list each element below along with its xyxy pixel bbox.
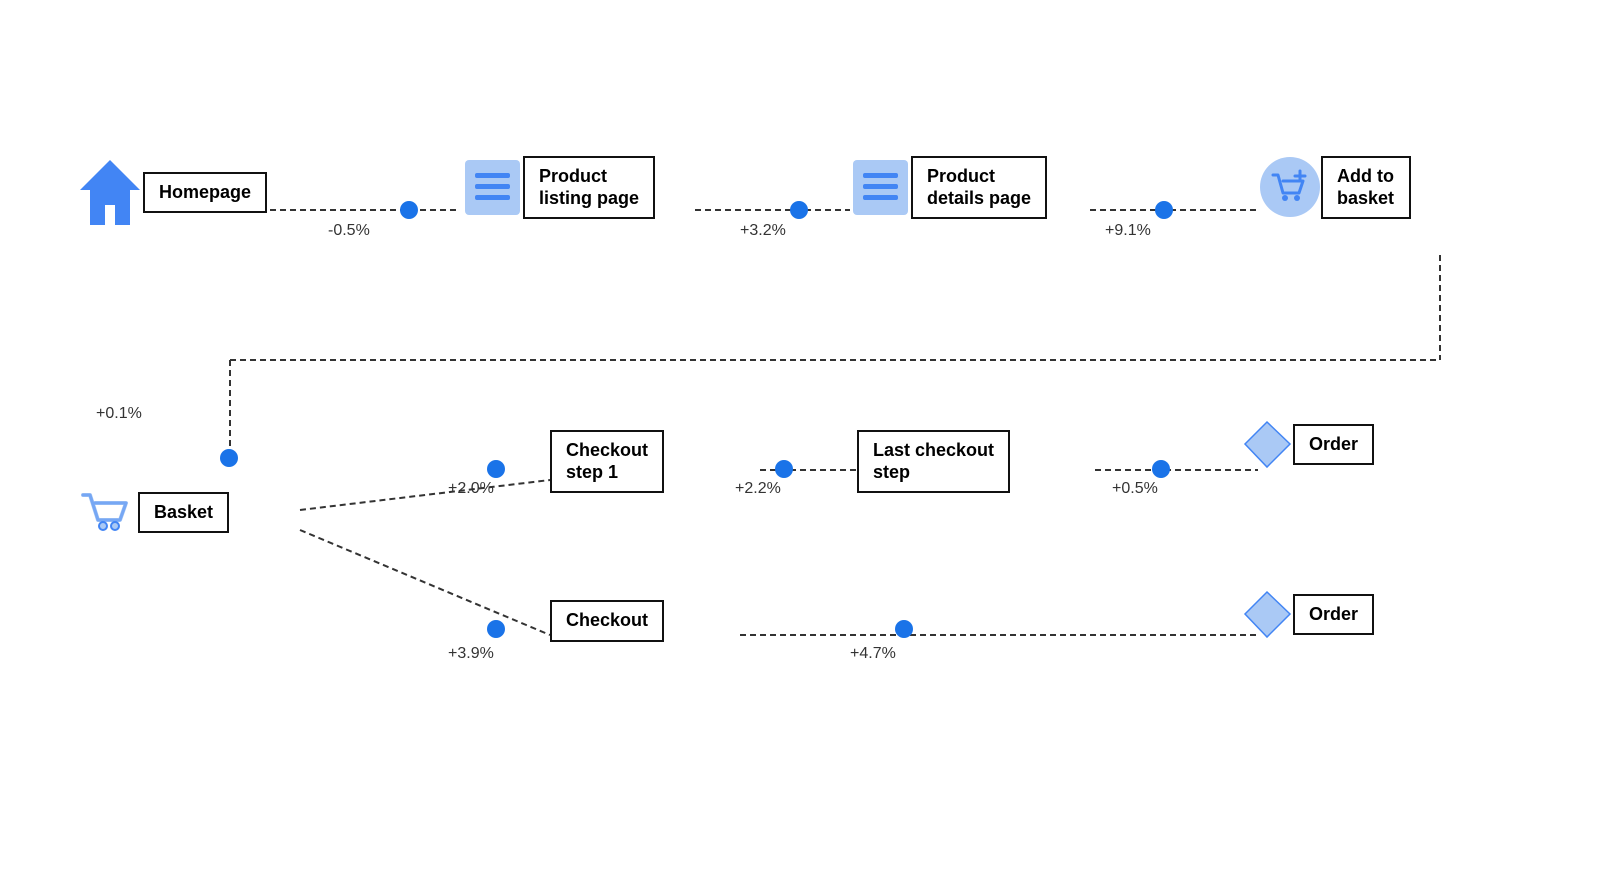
basket-label: Basket [138, 492, 229, 534]
checkout-label: Checkout [550, 600, 664, 642]
last-checkout-node: Last checkoutstep [857, 430, 1010, 493]
label-listing-details: +3.2% [740, 222, 786, 240]
listing-icon [460, 155, 525, 220]
basket-node: Basket [75, 480, 229, 545]
label-checkout1-last: +2.2% [735, 480, 781, 498]
label-basket-checkout1: +2.0% [448, 480, 494, 498]
details-icon [848, 155, 913, 220]
label-homepage-listing: -0.5% [328, 222, 370, 240]
dot-homepage-listing [400, 201, 418, 219]
checkout-node: Checkout [550, 600, 664, 642]
dot-basket-return [220, 449, 238, 467]
order2-node: Order [1240, 587, 1374, 642]
dot-last-order1 [1152, 460, 1170, 478]
dot-listing-details [790, 201, 808, 219]
product-details-label: Productdetails page [911, 156, 1047, 219]
label-details-basket: +9.1% [1105, 222, 1151, 240]
label-basket-checkout: +3.9% [448, 645, 494, 663]
order1-label: Order [1293, 424, 1374, 466]
label-checkout-order2: +4.7% [850, 645, 896, 663]
label-basket-return: +0.1% [96, 405, 142, 423]
order2-label: Order [1293, 594, 1374, 636]
product-listing-node: Productlisting page [460, 155, 655, 220]
add-to-basket-node: Add tobasket [1258, 155, 1411, 220]
diagram-container: Homepage -0.5% Productlisting page +3.2% [0, 0, 1601, 874]
checkout-step1-label: Checkoutstep 1 [550, 430, 664, 493]
basket-icon [75, 480, 140, 545]
add-to-basket-label: Add tobasket [1321, 156, 1411, 219]
diamond1-icon [1240, 417, 1295, 472]
dot-checkout1-last [775, 460, 793, 478]
order1-node: Order [1240, 417, 1374, 472]
homepage-label: Homepage [143, 172, 267, 214]
add-cart-icon [1258, 155, 1323, 220]
home-icon [75, 155, 145, 230]
checkout-step1-node: Checkoutstep 1 [550, 430, 664, 493]
product-listing-label: Productlisting page [523, 156, 655, 219]
dot-checkout-order2 [895, 620, 913, 638]
dot-basket-checkout1 [487, 460, 505, 478]
product-details-node: Productdetails page [848, 155, 1047, 220]
diamond2-icon [1240, 587, 1295, 642]
dot-details-basket [1155, 201, 1173, 219]
homepage-node: Homepage [75, 155, 267, 230]
last-checkout-label: Last checkoutstep [857, 430, 1010, 493]
dot-basket-checkout [487, 620, 505, 638]
label-last-order1: +0.5% [1112, 480, 1158, 498]
